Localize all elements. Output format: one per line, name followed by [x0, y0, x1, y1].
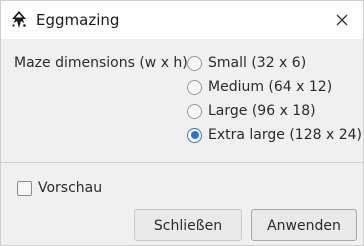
close-icon[interactable] [331, 9, 353, 31]
radio-medium[interactable]: Medium (64 x 12) [187, 77, 332, 97]
radio-label-large: Large (96 x 18) [208, 103, 316, 119]
apply-button[interactable]: Anwenden [251, 209, 357, 241]
close-button[interactable]: Schließen [134, 209, 242, 241]
preview-label: Vorschau [38, 180, 103, 196]
dialog-body: Maze dimensions (w x h): Small (32 x 6) … [1, 39, 363, 163]
radio-label-medium: Medium (64 x 12) [208, 79, 333, 95]
radio-label-extra-large: Extra large (128 x 24) [208, 127, 362, 143]
checkbox[interactable] [17, 180, 32, 196]
radio-large[interactable]: Large (96 x 18) [187, 101, 316, 121]
inkscape-icon [12, 11, 26, 28]
radio-button[interactable] [187, 79, 202, 95]
preview-checkbox[interactable]: Vorschau [17, 179, 102, 197]
radio-small[interactable]: Small (32 x 6) [187, 53, 306, 73]
radio-button-selected[interactable] [187, 127, 202, 143]
radio-extra-large[interactable]: Extra large (128 x 24) [187, 125, 362, 145]
dialog-footer: Vorschau Schließen Anwenden [1, 163, 363, 245]
dialog-window: Eggmazing Maze dimensions (w x h): Small… [0, 0, 364, 246]
title-bar[interactable]: Eggmazing [1, 1, 363, 39]
radio-label-small: Small (32 x 6) [208, 55, 307, 71]
window-title: Eggmazing [36, 11, 120, 29]
maze-dimensions-label: Maze dimensions (w x h): [14, 55, 193, 71]
radio-button[interactable] [187, 55, 202, 71]
radio-button[interactable] [187, 103, 202, 119]
